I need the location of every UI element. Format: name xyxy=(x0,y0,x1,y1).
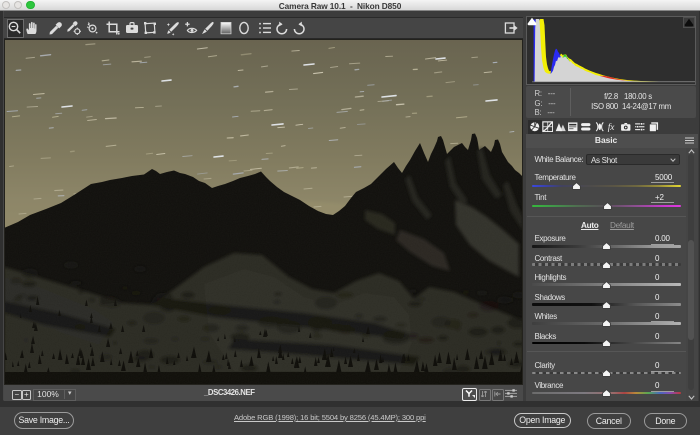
svg-text:fx: fx xyxy=(608,122,616,133)
